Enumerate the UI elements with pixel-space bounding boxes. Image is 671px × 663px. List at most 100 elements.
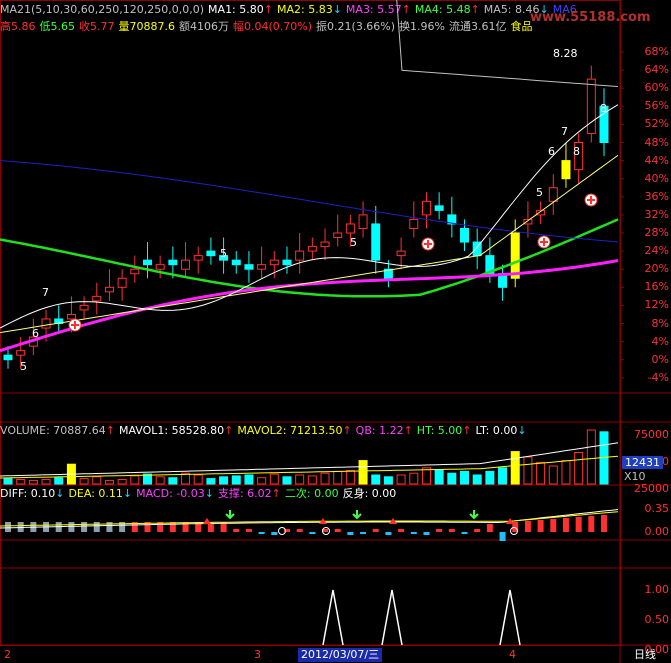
- macd-bar-35: [448, 529, 455, 532]
- macd-bar-43: [550, 519, 557, 532]
- price-tick-18: -4%: [647, 370, 669, 384]
- volume-bar-2: [28, 479, 38, 485]
- macd-bar-18: [233, 529, 240, 532]
- vol-tick-0: 75000: [634, 428, 669, 441]
- vol-item-arrow-2: ↑: [342, 424, 352, 437]
- price-tick-2: 60%: [644, 81, 669, 95]
- volume-bar-9: [117, 479, 127, 485]
- macd-bar-37: [474, 529, 481, 532]
- macd-item-5: 反身: 0.00: [342, 487, 397, 500]
- price-tick-8: 36%: [644, 189, 669, 203]
- candle-body-14: [181, 259, 191, 270]
- macd-bar-24: [309, 532, 316, 534]
- volume-bar-46: [586, 429, 596, 485]
- candle-body-34: [434, 205, 444, 211]
- macd-bar-26: [334, 529, 341, 532]
- ma3-line: [0, 259, 619, 353]
- price-tick-6: 44%: [644, 153, 669, 167]
- vol-item-arrow-3: ↑: [403, 424, 413, 437]
- candle-label-8: 5: [536, 186, 543, 199]
- ma6-line: [0, 160, 619, 243]
- volume-bar-15: [193, 474, 203, 485]
- candle-label-0: 7: [42, 286, 49, 299]
- macd-bar-5: [68, 522, 75, 532]
- volume-bar-4: [54, 477, 64, 485]
- macd-item-arrow-3: ↑: [271, 487, 281, 500]
- candle-body-19: [244, 264, 254, 270]
- macd-bar-0: [5, 522, 11, 532]
- volume-bar-16: [206, 478, 216, 485]
- volume-bar-40: [510, 451, 520, 485]
- ma5-line: [396, 0, 619, 87]
- candle-label-5: 8: [573, 145, 580, 158]
- candle-label-7: 7: [561, 125, 568, 138]
- candle-body-1: [16, 350, 26, 356]
- candle-body-25: [320, 241, 330, 248]
- volume-bar-26: [333, 470, 343, 485]
- candle-label-9: 8: [600, 102, 607, 115]
- macd-bar-20: [258, 532, 265, 534]
- candle-label-6: 6: [548, 145, 555, 158]
- macd-bar-6: [81, 522, 88, 532]
- candle-label-4: 5: [350, 236, 357, 249]
- date-label-feb: 2: [4, 648, 11, 661]
- candle-label-3: 5: [220, 247, 227, 260]
- volume-bar-45: [574, 452, 584, 485]
- candle-label-1: 5: [20, 360, 27, 373]
- down-arrow-icon-2: [469, 510, 479, 520]
- volume-value-badge: 12431: [622, 456, 663, 469]
- price-tick-0: 68%: [644, 45, 669, 58]
- candle-body-8: [104, 286, 114, 293]
- vol-item-5: LT: 0.00: [475, 424, 518, 437]
- volume-bar-6: [79, 478, 89, 485]
- volume-bar-43: [548, 465, 558, 485]
- vol-item-4: HT: 5.00: [416, 424, 463, 437]
- volume-bar-12: [155, 476, 165, 485]
- volume-bar-0: [3, 478, 13, 485]
- volume-bar-31: [396, 474, 406, 485]
- price-tick-3: 56%: [644, 99, 669, 113]
- signal-spike-2: [499, 589, 521, 646]
- period-label[interactable]: 日线: [634, 648, 656, 662]
- price-tick-12: 20%: [644, 262, 669, 276]
- macd-header: DIFF: 0.10↓ DEA: 0.11↓ MACD: -0.03↓ 支撑: 6.0…: [0, 487, 400, 501]
- volume-bar-28: [358, 460, 368, 485]
- volume-bar-18: [231, 475, 241, 485]
- vol-item-arrow-1: ↑: [224, 424, 234, 437]
- volume-bar-29: [371, 474, 381, 485]
- volume-bar-3: [41, 479, 51, 485]
- macd-item-4: 二次: 0.00: [284, 487, 339, 500]
- price-tick-13: 16%: [644, 280, 669, 294]
- macd-item-1: DEA: 0.11: [68, 487, 123, 500]
- candle-body-3: [41, 318, 51, 329]
- candle-body-7: [92, 295, 102, 302]
- stock-chart[interactable]: 7565586758: [0, 0, 671, 663]
- candle-body-26: [333, 232, 343, 239]
- candle-body-21: [269, 259, 279, 266]
- down-arrow-icon-1: [352, 510, 362, 520]
- volume-bar-7: [92, 476, 102, 485]
- candle-body-18: [231, 259, 241, 266]
- volume-bar-19: [244, 474, 254, 485]
- date-label-mar: 3: [254, 648, 261, 661]
- volume-bar-1: [16, 479, 26, 485]
- price-tick-1: 64%: [644, 63, 669, 77]
- candle-body-9: [117, 277, 127, 288]
- candle-body-15: [193, 255, 203, 261]
- down-arrow-icon-0: [225, 510, 235, 520]
- candle-body-10: [130, 268, 140, 275]
- selected-date: 2012/03/07/三: [298, 648, 383, 662]
- macd-bar-34: [436, 529, 443, 532]
- vol-item-3: QB: 1.22: [355, 424, 404, 437]
- candle-body-11: [142, 259, 152, 266]
- candle-body-31: [396, 250, 406, 257]
- candle-body-23: [295, 250, 305, 261]
- macd-bar-13: [169, 522, 176, 532]
- volume-bar-32: [409, 472, 419, 485]
- ma2-line: [0, 154, 619, 334]
- macd-bar-23: [296, 529, 303, 532]
- candle-body-12: [155, 264, 165, 270]
- volume-bar-20: [257, 477, 267, 485]
- volume-bar-37: [472, 474, 482, 485]
- macd-bar-19: [245, 529, 252, 532]
